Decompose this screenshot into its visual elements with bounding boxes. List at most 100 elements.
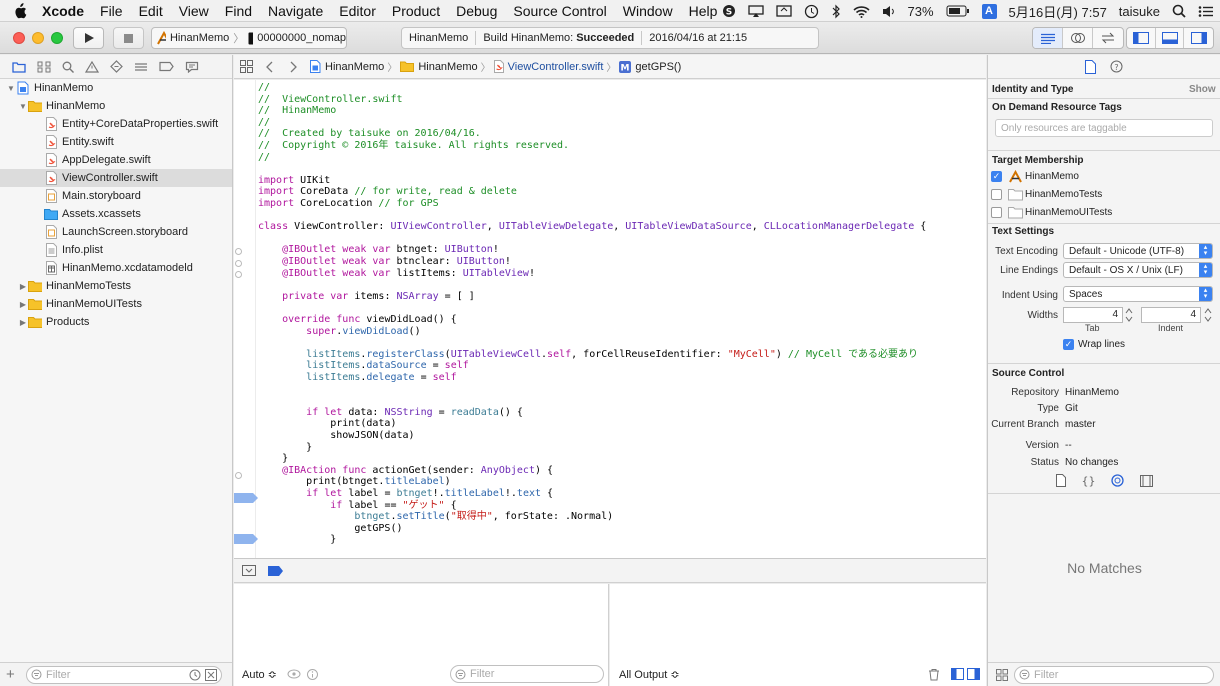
find-nav-icon[interactable] [62,61,74,73]
version-editor-button[interactable] [1093,28,1123,48]
tree-row-file[interactable]: Info.plist [0,241,232,259]
menu-view[interactable]: View [171,3,217,19]
crumb-group[interactable]: HinanMemo [397,61,480,73]
split-left-icon[interactable] [951,668,964,680]
tree-row-file[interactable]: LaunchScreen.storyboard [0,223,232,241]
variables-filter-field[interactable]: Filter [450,665,604,683]
recent-files-icon[interactable] [189,669,201,681]
quick-look-icon[interactable] [287,669,301,679]
line-endings-popup[interactable]: Default - OS X / Unix (LF) ▴ ▾ [1063,262,1213,278]
menu-source-control[interactable]: Source Control [505,3,614,19]
hide-debug-area-icon[interactable] [242,565,256,576]
menu-file[interactable]: File [92,3,131,19]
target-checkbox[interactable]: ✓ [991,171,1002,182]
wrap-lines-checkbox[interactable]: ✓ [1063,339,1074,350]
menu-editor[interactable]: Editor [331,3,384,19]
close-window-button[interactable] [13,32,25,44]
debug-nav-icon[interactable] [134,61,148,73]
tree-row-group[interactable]: ▶ HinanMemoUITests [0,295,232,313]
input-method-icon[interactable]: A [976,3,1003,19]
forward-icon[interactable] [277,61,300,73]
tree-row-file[interactable]: AppDelegate.swift [0,151,232,169]
odr-tags-field[interactable]: Only resources are taggable [995,119,1213,137]
tree-row-file[interactable]: Main.storyboard [0,187,232,205]
grid-view-icon[interactable] [996,668,1008,681]
assistant-editor-button[interactable] [1063,28,1093,48]
disclosure-triangle[interactable]: ▶ [18,282,28,291]
zoom-window-button[interactable] [51,32,63,44]
code-snippet-icon[interactable]: {} [1082,474,1095,488]
toggle-utilities-button[interactable] [1184,28,1213,48]
crumb-project[interactable]: HinanMemo [300,60,387,73]
airplay-icon[interactable] [742,4,770,18]
run-button[interactable] [73,27,104,49]
symbol-nav-icon[interactable] [37,61,51,73]
console-view[interactable]: All Output ≎ [610,584,986,686]
minimize-window-button[interactable] [32,32,44,44]
library-filter-field[interactable]: Filter [1014,665,1214,684]
standard-editor-button[interactable] [1033,28,1063,48]
tree-row-project[interactable]: ▼ HinanMemo [0,79,232,97]
output-selector[interactable]: All Output ≎ [619,668,680,681]
modified-files-icon[interactable] [205,668,217,681]
quick-help-icon[interactable]: ? [1110,60,1123,73]
menu-find[interactable]: Find [217,3,260,19]
breakpoint-nav-icon[interactable] [159,61,174,72]
tab-width-stepper[interactable] [1125,307,1133,323]
disclosure-triangle[interactable]: ▼ [18,102,28,111]
toggle-debug-area-button[interactable] [1156,28,1185,48]
skype-icon[interactable]: S [716,4,742,18]
menu-clock[interactable]: 5月16日(月) 7:57 [1003,2,1113,21]
trash-icon[interactable] [928,668,940,681]
tree-row-group[interactable]: ▶ HinanMemoTests [0,277,232,295]
menu-navigate[interactable]: Navigate [260,3,331,19]
navigator-filter-field[interactable]: Filter [26,665,222,684]
report-nav-icon[interactable] [185,61,199,73]
crumb-method[interactable]: M getGPS() [616,60,684,73]
toggle-navigator-button[interactable] [1127,28,1156,48]
issue-nav-icon[interactable] [85,60,99,73]
stop-button[interactable] [113,27,144,49]
tab-width-field[interactable]: 4 [1063,307,1123,323]
tree-row-file[interactable]: Entity+CoreDataProperties.swift [0,115,232,133]
menu-user[interactable]: taisuke [1113,4,1166,19]
tree-row-file-selected[interactable]: ViewController.swift [0,169,232,187]
tree-row-file[interactable]: HinanMemo.xcdatamodeld [0,259,232,277]
tree-row-file[interactable]: Entity.swift [0,133,232,151]
bluetooth-icon[interactable] [825,4,847,19]
tree-row-group[interactable]: ▶ Products [0,313,232,331]
menu-app-name[interactable]: Xcode [40,3,92,19]
spotlight-icon[interactable] [1166,4,1192,18]
tree-row-file[interactable]: Assets.xcassets [0,205,232,223]
breakpoint-icon[interactable] [234,534,258,544]
time-machine-icon[interactable] [798,4,825,19]
disclosure-triangle[interactable]: ▶ [18,300,28,309]
battery-icon[interactable] [940,5,976,17]
add-icon[interactable]: + [6,666,20,683]
menu-edit[interactable]: Edit [131,3,171,19]
file-inspector-icon[interactable] [1085,59,1096,74]
outlet-connection-icon[interactable] [235,271,242,278]
menu-product[interactable]: Product [384,3,448,19]
source-editor[interactable]: //// ViewController.swift// HinanMemo///… [234,80,986,558]
object-library-icon[interactable] [1111,474,1124,487]
identity-show-link[interactable]: Show [1189,84,1216,95]
menu-window[interactable]: Window [615,3,681,19]
file-template-icon[interactable] [1056,474,1066,487]
wifi-icon[interactable] [847,5,876,18]
test-nav-icon[interactable] [110,60,123,73]
menu-debug[interactable]: Debug [448,3,505,19]
indent-width-stepper[interactable] [1204,307,1212,323]
notification-center-icon[interactable] [1192,5,1220,18]
auto-scope-selector[interactable]: Auto ≎ [242,668,277,681]
outlet-connection-icon[interactable] [235,260,242,267]
split-right-icon[interactable] [967,668,980,680]
target-checkbox[interactable] [991,207,1002,218]
apple-menu-icon[interactable] [0,2,40,19]
back-icon[interactable] [256,61,277,73]
scheme-selector[interactable]: HinanMemo 〉 00000000_nomap [151,27,347,49]
media-library-icon[interactable] [1140,474,1153,487]
editor-gutter[interactable] [234,80,256,558]
outlet-connection-icon[interactable] [235,248,242,255]
related-items-icon[interactable] [234,60,256,73]
